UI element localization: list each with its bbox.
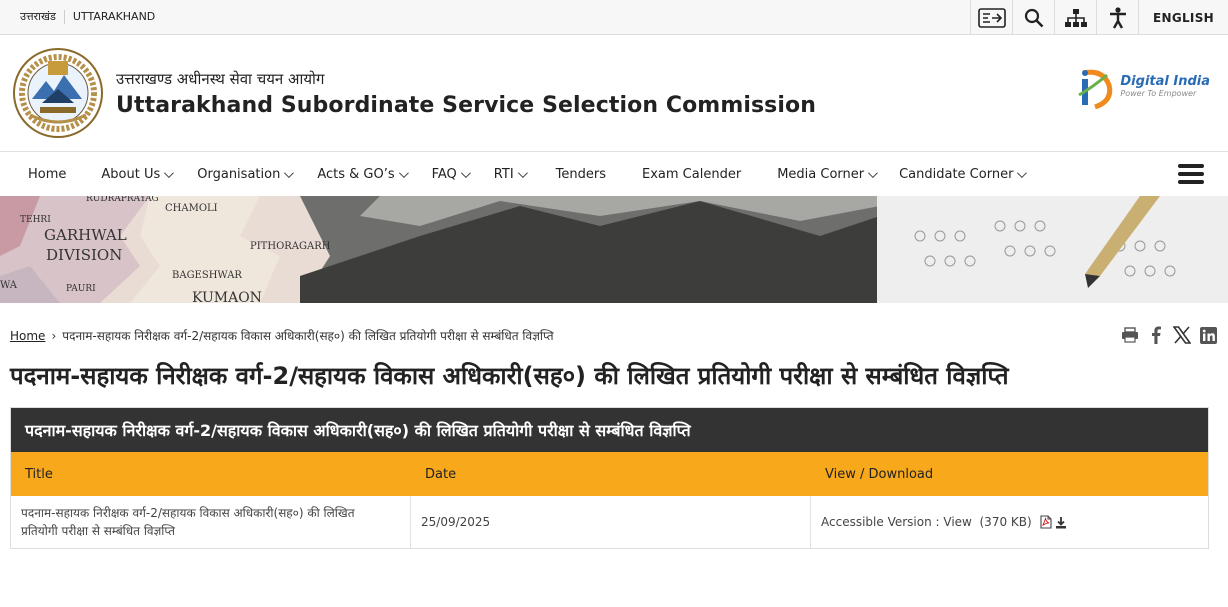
nav-media-corner[interactable]: Media Corner: [759, 152, 885, 196]
hamburger-menu-icon[interactable]: [1178, 164, 1204, 184]
map-label: PITHORAGARH: [250, 241, 331, 252]
nav-rti[interactable]: RTI: [481, 152, 538, 196]
x-twitter-icon[interactable]: [1172, 325, 1192, 345]
table-row: पदनाम-सहायक निरीक्षक वर्ग-2/सहायक विकास …: [11, 496, 1208, 548]
map-label: WA: [0, 280, 18, 291]
table-header-row: Title Date View / Download: [11, 452, 1208, 496]
nav-label: FAQ: [431, 166, 457, 182]
pdf-file-icon[interactable]: [1039, 515, 1052, 529]
top-bar: उत्तराखंड UTTARAKHAND ENGLISH: [0, 0, 1228, 35]
nav-label: About Us: [101, 166, 161, 182]
chevron-down-icon: [164, 167, 175, 178]
nav-label: Exam Calender: [642, 166, 742, 182]
nav-faq[interactable]: FAQ: [419, 152, 481, 196]
commission-emblem-logo[interactable]: [12, 47, 104, 139]
site-title-english[interactable]: Uttarakhand Subordinate Service Selectio…: [116, 93, 816, 118]
nav-label: Candidate Corner: [899, 166, 1014, 182]
row-date: 25/09/2025: [411, 496, 811, 548]
chevron-down-icon: [398, 167, 409, 178]
nav-label: Organisation: [197, 166, 281, 182]
map-label: PAURI: [66, 284, 96, 294]
chevron-down-icon: [517, 167, 528, 178]
nav-candidate-corner[interactable]: Candidate Corner: [885, 152, 1034, 196]
map-label: TEHRI: [20, 215, 51, 225]
chevron-down-icon: [868, 167, 878, 178]
main-navigation: Home About Us Organisation Acts & GO’s F…: [0, 151, 1228, 196]
nav-about-us[interactable]: About Us: [88, 152, 184, 196]
file-size: (370 KB): [979, 515, 1032, 529]
site-title-hindi: उत्तराखण्ड अधीनस्थ सेवा चयन आयोग: [116, 69, 325, 88]
nav-label: Acts & GO’s: [317, 166, 395, 182]
chevron-down-icon: [1017, 167, 1028, 178]
accessible-version-label: Accessible Version :: [821, 515, 940, 529]
state-link-hindi[interactable]: उत्तराखंड: [12, 10, 65, 24]
site-header: उत्तराखण्ड अधीनस्थ सेवा चयन आयोग Uttarak…: [0, 35, 1228, 151]
table-caption: पदनाम-सहायक निरीक्षक वर्ग-2/सहायक विकास …: [11, 408, 1208, 452]
map-label: RUDRAPRAYAG: [86, 196, 159, 204]
map-label: CHAMOLI: [165, 203, 218, 214]
breadcrumb-separator: ›: [51, 328, 57, 343]
language-toggle[interactable]: ENGLISH: [1138, 0, 1228, 35]
nav-exam-calender[interactable]: Exam Calender: [624, 152, 759, 196]
nav-label: RTI: [493, 166, 514, 182]
search-icon[interactable]: [1012, 0, 1054, 35]
nav-label: Home: [28, 166, 67, 182]
digital-india-label: Digital India: [1120, 74, 1210, 89]
nav-label: Tenders: [555, 166, 607, 182]
row-title: पदनाम-सहायक निरीक्षक वर्ग-2/सहायक विकास …: [11, 496, 411, 548]
digital-india-logo[interactable]: Digital India Power To Empower: [1073, 65, 1210, 111]
column-header-title: Title: [25, 466, 53, 482]
column-header-view-download: View / Download: [825, 466, 934, 482]
facebook-icon[interactable]: [1146, 325, 1166, 345]
state-links: उत्तराखंड UTTARAKHAND: [0, 0, 163, 34]
map-label: BAGESHWAR: [172, 270, 242, 281]
print-icon[interactable]: [1120, 325, 1140, 345]
breadcrumb-current: पदनाम-सहायक निरीक्षक वर्ग-2/सहायक विकास …: [62, 328, 554, 343]
accessibility-icon[interactable]: [1096, 0, 1138, 35]
view-link[interactable]: View: [943, 515, 971, 529]
breadcrumb: Home › पदनाम-सहायक निरीक्षक वर्ग-2/सहायक व…: [10, 327, 554, 344]
map-label: DIVISION: [46, 246, 122, 264]
row-download-cell: Accessible Version : View (370 KB): [811, 496, 1208, 548]
document-table: पदनाम-सहायक निरीक्षक वर्ग-2/सहायक विकास …: [10, 407, 1209, 549]
share-tools: [1120, 325, 1218, 345]
screen-reader-icon[interactable]: [970, 0, 1012, 35]
nav-organisation[interactable]: Organisation: [184, 152, 304, 196]
nav-acts-gos[interactable]: Acts & GO’s: [304, 152, 418, 196]
state-link-english[interactable]: UTTARAKHAND: [65, 10, 163, 24]
download-icon[interactable]: [1055, 516, 1067, 529]
hero-banner-image: RUDRAPRAYAG CHAMOLI TEHRI GARHWAL DIVISI…: [0, 196, 1228, 303]
linkedin-icon[interactable]: [1198, 325, 1218, 345]
nav-label: Media Corner: [777, 166, 865, 182]
chevron-down-icon: [460, 167, 471, 178]
map-label: KUMAON: [192, 290, 262, 303]
sitemap-icon[interactable]: [1054, 0, 1096, 35]
nav-home[interactable]: Home: [0, 152, 88, 196]
breadcrumb-home-link[interactable]: Home: [10, 329, 45, 343]
nav-tenders[interactable]: Tenders: [538, 152, 624, 196]
map-label: GARHWAL: [44, 226, 127, 244]
page-title: पदनाम-सहायक निरीक्षक वर्ग-2/सहायक विकास …: [10, 362, 1009, 390]
column-header-date: Date: [425, 466, 457, 482]
digital-india-tagline: Power To Empower: [1120, 89, 1197, 98]
chevron-down-icon: [284, 167, 295, 178]
